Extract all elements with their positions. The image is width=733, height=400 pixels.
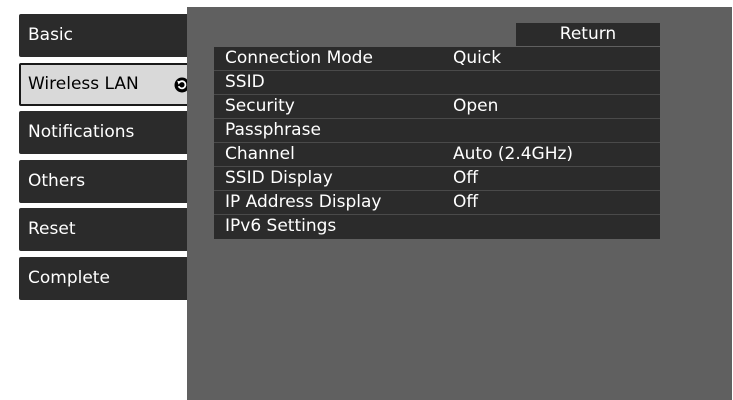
- setting-label: Connection Mode: [225, 48, 373, 68]
- setting-value: Off: [453, 192, 479, 212]
- sidebar-item-label: Complete: [28, 268, 110, 288]
- sidebar-item-label: Wireless LAN: [28, 74, 139, 94]
- setting-row-passphrase[interactable]: Passphrase: [214, 119, 660, 143]
- setting-value: Auto (2.4GHz): [453, 144, 574, 164]
- setting-row-security[interactable]: Security Open: [214, 95, 660, 119]
- return-button[interactable]: Return: [516, 23, 660, 46]
- setting-row-ip-address-display[interactable]: IP Address Display Off: [214, 191, 660, 215]
- sidebar-item-label: Others: [28, 171, 86, 191]
- sidebar-item-label: Notifications: [28, 122, 135, 142]
- sidebar-item-label: Reset: [28, 219, 76, 239]
- sidebar-item-reset[interactable]: Reset: [19, 208, 187, 251]
- setting-label: Channel: [225, 144, 295, 164]
- setting-label: Passphrase: [225, 120, 321, 140]
- setting-value: Off: [453, 168, 479, 188]
- setting-row-ssid[interactable]: SSID: [214, 71, 660, 95]
- setting-row-ipv6-settings[interactable]: IPv6 Settings: [214, 215, 660, 239]
- sidebar-item-others[interactable]: Others: [19, 160, 187, 203]
- setting-value: Open: [453, 96, 499, 116]
- setting-label: IPv6 Settings: [225, 216, 337, 236]
- sidebar-item-wireless-lan[interactable]: Wireless LAN: [19, 63, 201, 106]
- setting-row-ssid-display[interactable]: SSID Display Off: [214, 167, 660, 191]
- setting-label: SSID Display: [225, 168, 333, 188]
- sidebar-item-complete[interactable]: Complete: [19, 257, 187, 300]
- settings-list: Connection Mode Quick SSID Security Open…: [214, 47, 660, 239]
- setting-label: IP Address Display: [225, 192, 382, 212]
- sidebar-item-notifications[interactable]: Notifications: [19, 111, 187, 154]
- setting-value: Quick: [453, 48, 502, 68]
- setting-row-connection-mode[interactable]: Connection Mode Quick: [214, 47, 660, 71]
- setting-row-channel[interactable]: Channel Auto (2.4GHz): [214, 143, 660, 167]
- setting-label: Security: [225, 96, 295, 116]
- settings-panel: Return Connection Mode Quick SSID Securi…: [187, 7, 732, 400]
- sidebar-item-basic[interactable]: Basic: [19, 14, 187, 57]
- setting-label: SSID: [225, 72, 265, 92]
- sidebar-item-label: Basic: [28, 25, 74, 45]
